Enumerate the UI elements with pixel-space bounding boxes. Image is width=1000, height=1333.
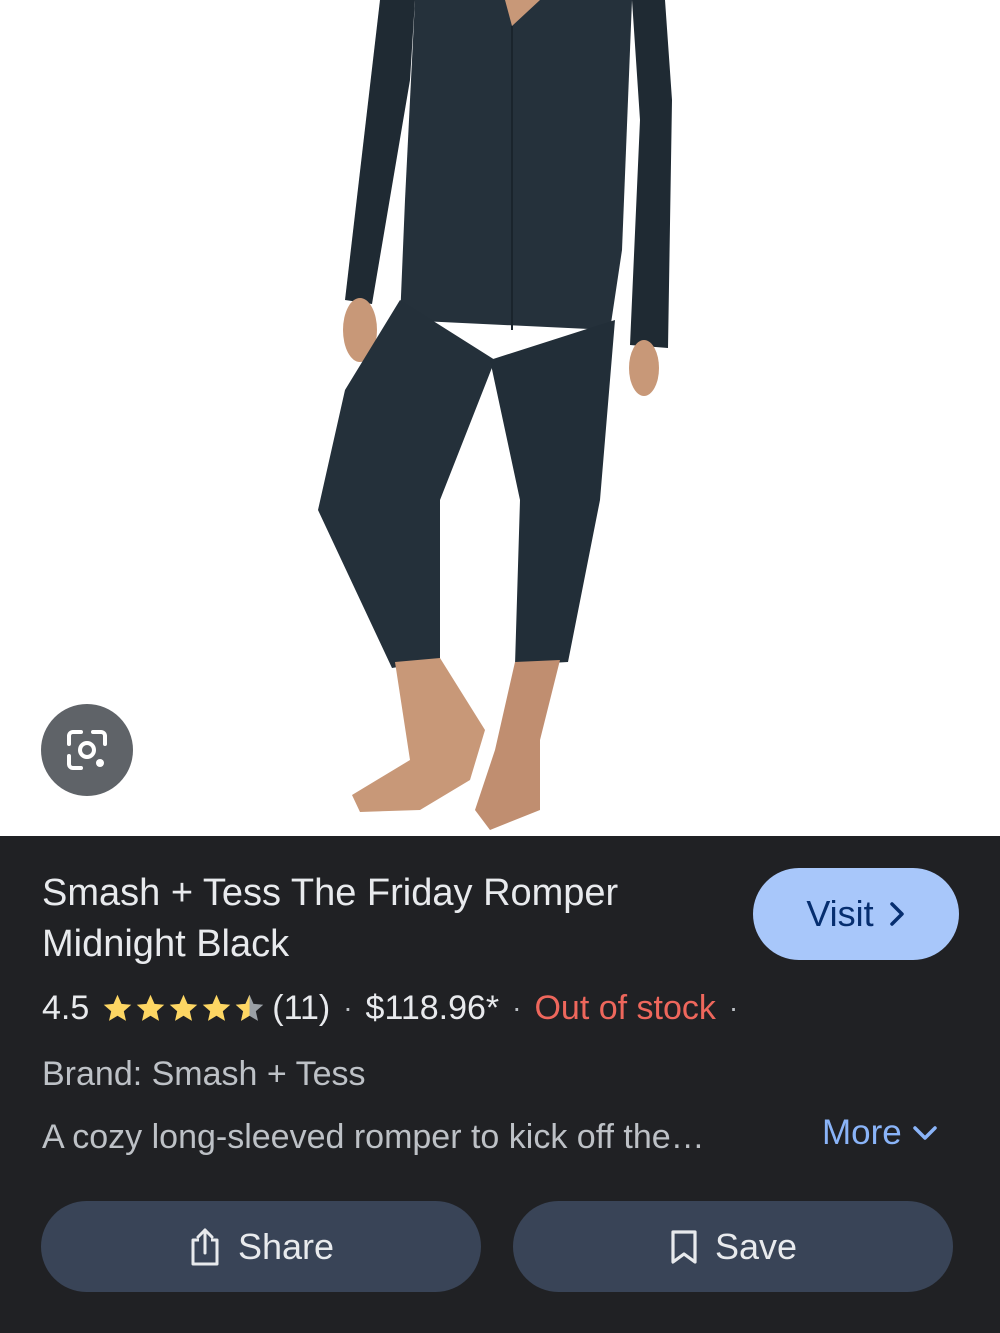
product-title[interactable]: Smash + Tess The Friday Romper Midnight … xyxy=(42,868,732,970)
stock-status: Out of stock xyxy=(534,988,716,1027)
brand-label: Brand: Smash + Tess xyxy=(42,1055,366,1093)
google-lens-icon xyxy=(67,730,107,770)
bookmark-icon xyxy=(671,1229,697,1264)
share-button[interactable]: Share xyxy=(41,1201,481,1292)
chevron-down-icon xyxy=(913,1126,937,1140)
share-label: Share xyxy=(237,1225,335,1267)
product-image xyxy=(318,0,672,830)
separator-dot: · xyxy=(512,992,522,1023)
product-meta-row: 4.5 (11) · $118.96* · Out of stock · xyxy=(42,984,972,1032)
rating-stars xyxy=(101,992,266,1025)
visit-label: Visit xyxy=(806,893,874,934)
product-info-panel: Smash + Tess The Friday Romper Midnight … xyxy=(0,836,1000,1333)
separator-dot: · xyxy=(343,992,353,1023)
save-button[interactable]: Save xyxy=(513,1201,953,1292)
more-label: More xyxy=(822,1113,902,1152)
visit-button[interactable]: Visit xyxy=(753,868,959,960)
product-description: A cozy long-sleeved romper to kick off t… xyxy=(42,1118,705,1156)
star-icon xyxy=(203,994,231,1021)
star-icon xyxy=(137,994,165,1021)
star-icon xyxy=(104,994,132,1021)
half-star-icon xyxy=(236,994,264,1021)
chevron-right-icon xyxy=(889,902,904,926)
more-button[interactable]: More xyxy=(822,1113,938,1153)
separator-dot: · xyxy=(728,992,739,1023)
price: $118.96* xyxy=(365,988,500,1027)
rating-value: 4.5 xyxy=(42,988,90,1027)
google-lens-button[interactable] xyxy=(41,704,133,796)
share-icon xyxy=(191,1228,219,1265)
save-label: Save xyxy=(714,1225,798,1267)
product-image-area[interactable] xyxy=(0,0,1000,836)
review-count[interactable]: (11) xyxy=(272,989,330,1028)
star-icon xyxy=(170,994,198,1021)
